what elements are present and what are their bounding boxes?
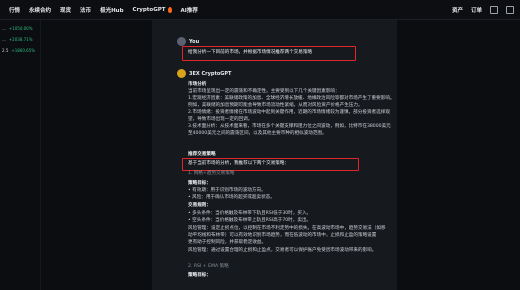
bot-name: 3EX CryptoGPT <box>189 71 232 77</box>
user-name: You <box>189 39 200 45</box>
response-line: 更有助于控制风险，并获取稳定收益。 <box>188 240 267 245</box>
assets-link[interactable]: 资产 <box>452 6 463 14</box>
nav-item-spot[interactable]: 现货 <box>60 6 71 14</box>
nav-item-hub[interactable]: 极光Hub <box>100 6 123 14</box>
ticker-row[interactable]: ... +2038.71% <box>2 37 40 42</box>
strategy-title: 1. 网格+趋势交易策略 <box>188 171 235 176</box>
user-message: 给我分析一下目前的市场，并根据市场情况推荐两个交易策略 <box>188 50 313 55</box>
ticker-row[interactable]: ... +1050.00% <box>2 26 40 31</box>
settings-icon[interactable] <box>506 5 514 14</box>
strategy-title: 2. RSI + EMA 策略 <box>188 264 229 269</box>
account-icon[interactable] <box>490 5 498 14</box>
header-right: 资产 订单 <box>452 0 514 19</box>
response-line: • 空头条件：当价格触及布林带上轨且RSI高于70时，卖出。 <box>188 218 312 223</box>
nav-item-market[interactable]: 行情 <box>9 6 20 14</box>
ticker-change: +2038.71% <box>8 37 33 42</box>
ticker-change: +1050.00% <box>8 26 33 31</box>
ticker-change: +1860.65% <box>11 48 36 53</box>
ticker-symbol: 2.5 <box>2 48 9 53</box>
orders-link[interactable]: 订单 <box>471 6 482 14</box>
top-nav-bar: 行情 永续合约 现货 法币 极光Hub CryptoGPT AI推荐 资产 订单 <box>0 0 520 20</box>
ticker-row[interactable]: 2.5 +1860.65% <box>2 48 40 53</box>
response-line: 基于当前市场的分析，我推荐以下两个交易策略： <box>188 161 290 166</box>
nav-item-fiat[interactable]: 法币 <box>80 6 91 14</box>
section-heading: 策略目标： <box>188 273 211 278</box>
flame-icon <box>167 6 172 13</box>
response-line: • 风险：用于确认市场的超买或超卖状态。 <box>188 195 275 200</box>
nav-item-ai-recommend[interactable]: AI推荐 <box>181 6 198 14</box>
main-nav: 行情 永续合约 现货 法币 极光Hub CryptoGPT AI推荐 <box>0 6 198 14</box>
ticker-symbol: ... <box>2 26 6 31</box>
nav-item-cryptogpt[interactable]: CryptoGPT <box>132 6 172 13</box>
bot-avatar <box>177 69 186 78</box>
chat-panel-scroll[interactable] <box>387 20 397 290</box>
user-avatar <box>177 37 186 46</box>
ticker-symbol: ... <box>2 37 6 42</box>
response-line: 风险管理：通过设置合理的止损和止盈点，交易者可以保护账户免受因市场波动带来的影响… <box>188 248 377 253</box>
section-heading: 交易规则： <box>188 203 211 208</box>
nav-item-perpetual[interactable]: 永续合约 <box>29 6 51 14</box>
response-line: 至40000美元之间的震荡区间，以及其他主要币种的相似波动范围。 <box>188 131 327 136</box>
ticker-sidebar: ... +1050.00% ... +2038.71% 2.5 +1860.65… <box>0 20 41 290</box>
cryptogpt-label: CryptoGPT <box>132 6 166 13</box>
